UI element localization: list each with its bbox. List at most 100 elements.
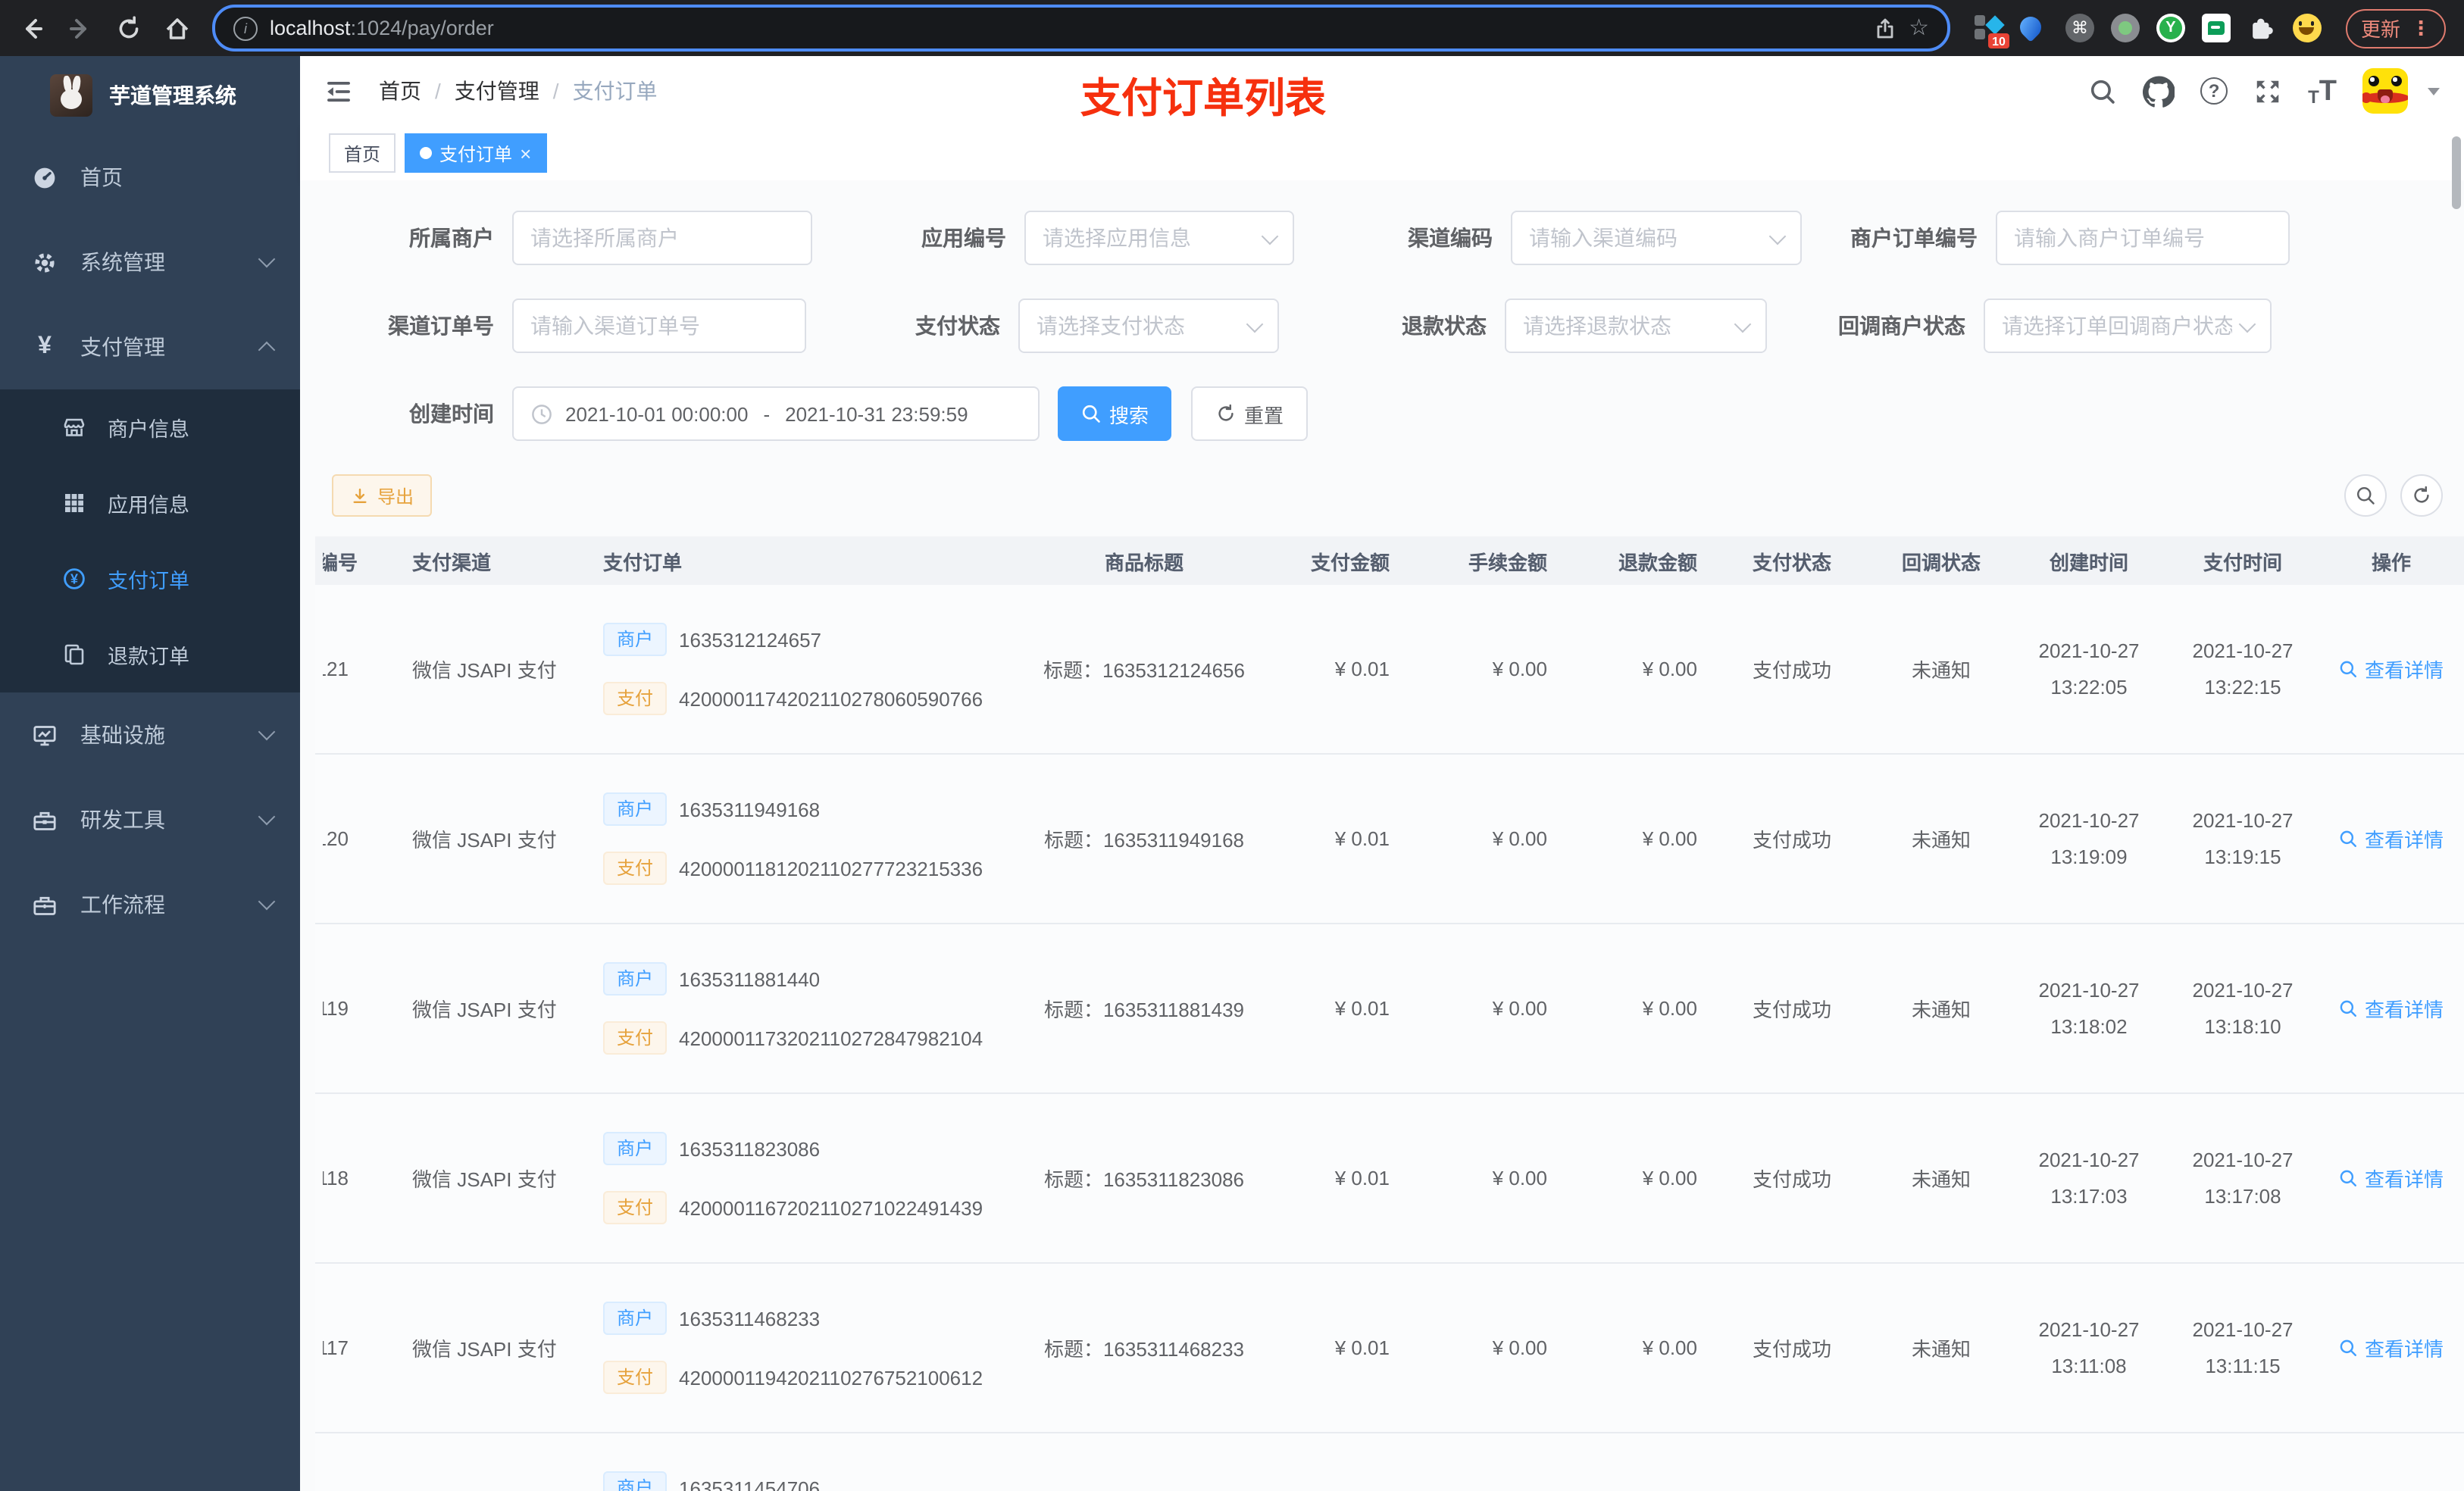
refresh-icon (1218, 404, 1234, 421)
site-info-icon[interactable] (233, 16, 258, 40)
sidebar-item-system[interactable]: 系统管理 (0, 220, 300, 305)
browser-update-button[interactable]: 更新 (2345, 8, 2446, 48)
tab-home[interactable]: 首页 (329, 133, 396, 173)
refund-status-select[interactable]: 请选择退款状态 (1505, 299, 1767, 353)
view-detail-link[interactable]: 查看详情 (2339, 824, 2444, 853)
refresh-table-button[interactable] (2400, 474, 2443, 517)
user-menu-caret-icon[interactable] (2428, 87, 2440, 95)
forward-icon[interactable] (67, 14, 94, 42)
extension-icon[interactable]: 10 (1974, 14, 2009, 48)
fullscreen-icon[interactable] (2253, 77, 2282, 105)
pay-time: 2021-10-27 13:18:10 (2192, 978, 2294, 1037)
dashboard-icon (34, 167, 55, 188)
font-size-icon[interactable] (2308, 77, 2337, 105)
extension-command-icon[interactable] (2065, 14, 2094, 42)
order-numbers: 商户 1635311823086 支付 4200001167202110271022… (603, 1132, 1000, 1224)
extension-chat-icon[interactable] (2201, 14, 2231, 42)
breadcrumb-pay[interactable]: 支付管理 (455, 76, 539, 106)
merchant-order-no-input[interactable]: 请输入商户订单编号 (1996, 211, 2290, 265)
tab-label: 首页 (344, 143, 381, 164)
tags-view-bar: 首页 支付订单 (300, 126, 2464, 182)
order-numbers: 商户 1635311454706 (603, 1433, 1000, 1491)
sidebar-item-merchant-info[interactable]: 商户信息 (0, 389, 300, 465)
collapse-sidebar-icon[interactable] (324, 77, 353, 105)
search-icon[interactable] (2088, 77, 2117, 105)
filter-row-1: 所属商户 请选择所属商户 应用编号 请选择应用信息 渠道编码 请输入渠道编码 商… (300, 211, 2464, 265)
tab-pay-order[interactable]: 支付订单 (405, 133, 547, 173)
chevron-down-icon (258, 723, 276, 741)
sidebar-item-workflow[interactable]: 工作流程 (0, 862, 300, 947)
search-button[interactable]: 搜索 (1058, 386, 1172, 441)
back-icon[interactable] (18, 14, 45, 42)
sidebar-item-dev-tools[interactable]: 研发工具 (0, 777, 300, 862)
puzzle-extensions-icon[interactable] (2247, 14, 2276, 42)
channel-order-no-input[interactable]: 请输入渠道订单号 (512, 299, 806, 353)
logo[interactable]: 芋道管理系统 (0, 56, 300, 135)
notify-status-select[interactable]: 请选择订单回调商户状态 (1984, 299, 2272, 353)
order-numbers: 商户 1635311949168 支付 4200001181202110277723… (603, 792, 1000, 885)
pay-status: 支付成功 (1752, 999, 1831, 1021)
search-icon (1082, 405, 1100, 423)
merchant-tag: 商户 (603, 792, 668, 826)
sidebar-item-app-info[interactable]: 应用信息 (0, 465, 300, 541)
extension-balloon-icon[interactable] (2015, 12, 2049, 42)
product-title: 标题：1635311823086 (1043, 1168, 1245, 1191)
profile-emoji-icon[interactable] (2292, 14, 2322, 42)
field-label: 渠道订单号 (388, 314, 494, 338)
magnifier-icon (2340, 661, 2357, 677)
fee-amount: ¥ 0.00 (1492, 1167, 1547, 1189)
notify-status: 未通知 (1911, 829, 1971, 852)
chevron-down-icon (1734, 314, 1752, 333)
reset-button[interactable]: 重置 (1191, 386, 1309, 441)
home-icon[interactable] (164, 14, 191, 42)
reload-icon[interactable] (115, 14, 142, 42)
breadcrumb-home[interactable]: 首页 (379, 76, 421, 106)
view-detail-link[interactable]: 查看详情 (2339, 1333, 2444, 1362)
share-icon[interactable] (1872, 16, 1896, 40)
order-id: 120 (323, 827, 349, 850)
col-header: 商品标题 (1104, 551, 1184, 574)
create-time-range-picker[interactable]: 2021-10-01 00:00:00 - 2021-10-31 23:59:5… (512, 386, 1040, 441)
placeholder: 请选择应用信息 (1043, 226, 1191, 250)
notify-status: 未通知 (1911, 1168, 1971, 1191)
create-time: 2021-10-27 13:19:09 (2038, 808, 2140, 867)
view-detail-link[interactable]: 查看详情 (2339, 1164, 2444, 1192)
bookmark-star-icon[interactable] (1909, 17, 1929, 39)
browser-menu-icon[interactable] (2411, 16, 2431, 40)
app-title: 芋道管理系统 (109, 83, 236, 108)
export-button[interactable]: 导出 (332, 474, 433, 517)
header-actions (2088, 68, 2440, 114)
sidebar-item-home[interactable]: 首页 (0, 135, 300, 220)
extension-y-icon[interactable] (2156, 14, 2185, 42)
vertical-scrollbar-thumb[interactable] (2452, 136, 2461, 209)
pay-order-no: 4200001194202110276752100612 (679, 1366, 983, 1389)
help-icon[interactable] (2200, 77, 2228, 105)
pay-status-select[interactable]: 请选择支付状态 (1018, 299, 1279, 353)
user-avatar[interactable] (2362, 68, 2408, 114)
col-header: 支付金额 (1310, 551, 1390, 574)
github-icon[interactable] (2143, 75, 2175, 107)
extension-status-icon[interactable] (2110, 14, 2140, 42)
app-select[interactable]: 请选择应用信息 (1024, 211, 1294, 265)
table-header: 编号 支付渠道 支付订单 商品标题 支付金额 手续金额 退款金额 支付状态 回调… (315, 536, 2464, 585)
order-numbers: 商户 1635312124657 支付 4200001174202110278060… (603, 623, 1000, 715)
view-detail-link[interactable]: 查看详情 (2339, 994, 2444, 1023)
table-row: 120 微信 JSAPI 支付 商户 1635311949168 支付 420000… (315, 755, 2464, 924)
sidebar-item-refund-order[interactable]: 退款订单 (0, 617, 300, 692)
toggle-search-button[interactable] (2344, 474, 2387, 517)
pay-amount: ¥ 0.01 (1334, 1167, 1390, 1189)
header-bar: 首页 / 支付管理 / 支付订单 支付订单列表 (300, 56, 2464, 126)
tab-label: 支付订单 (439, 143, 513, 164)
export-label: 导出 (377, 486, 414, 507)
magnifier-icon (2340, 1339, 2357, 1356)
merchant-select[interactable]: 请选择所属商户 (512, 211, 812, 265)
sidebar-item-infra[interactable]: 基础设施 (0, 692, 300, 777)
sidebar-item-pay-order[interactable]: ¥ 支付订单 (0, 541, 300, 617)
sidebar: 芋道管理系统 首页 系统管理 ¥ 支付管理 商户信息 应用信息 ¥ 支付订单 退… (0, 56, 300, 1491)
sidebar-item-pay[interactable]: ¥ 支付管理 (0, 305, 300, 389)
channel-code-select[interactable]: 请输入渠道编码 (1511, 211, 1802, 265)
fee-amount: ¥ 0.00 (1492, 827, 1547, 850)
address-bar[interactable]: localhost:1024/pay/order (212, 5, 1950, 52)
close-icon[interactable] (520, 143, 531, 163)
view-detail-link[interactable]: 查看详情 (2339, 655, 2444, 683)
